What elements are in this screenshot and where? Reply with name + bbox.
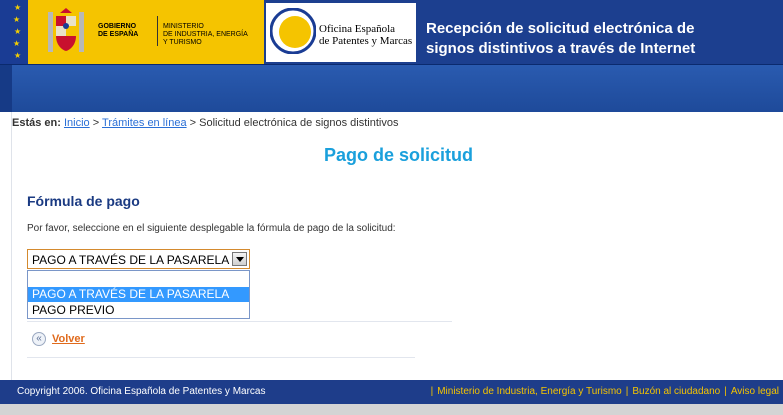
breadcrumb-separator: > [89,117,103,129]
breadcrumb-home-link[interactable]: Inicio [64,117,90,129]
government-name: GOBIERNO DE ESPAÑA [98,23,138,39]
nav-bar [0,64,783,113]
divider [27,357,415,358]
breadcrumb-label: Estás en: [12,117,61,129]
option-gateway-payment[interactable]: PAGO A TRAVÉS DE LA PASARELA [28,287,249,302]
back-label[interactable]: Volver [52,333,85,345]
divider [157,16,158,46]
gov-line-2: DE ESPAÑA [98,31,139,38]
oepm-logo-icon [270,8,316,54]
breadcrumb-separator: > [186,117,200,129]
payment-method-select[interactable]: PAGO A TRAVÉS DE LA PASARELA [27,249,250,269]
payment-method-options: PAGO A TRAVÉS DE LA PASARELA PAGO PREVIO [27,270,250,319]
window-bottom-bar [0,404,783,415]
coat-of-arms-icon [48,8,84,52]
instructions-text: Por favor, seleccione en el siguiente de… [27,223,396,234]
back-double-chevron-icon: « [32,332,46,346]
ministry-line-1: MINISTERIO [163,23,204,30]
breadcrumb: Estás en: Inicio > Trámites en línea > S… [12,117,398,129]
oepm-line-2: de Patentes y Marcas [319,35,413,47]
breadcrumb-current: Solicitud electrónica de signos distinti… [199,117,399,129]
oepm-line-1: Oficina Española [319,23,396,35]
footer-links: | Ministerio de Industria, Energía y Turi… [427,386,779,397]
breadcrumb-online-link[interactable]: Trámites en línea [102,117,187,129]
footer-separator: | [724,386,727,397]
app-title-line-2: signos distintivos a través de Internet [426,40,696,57]
footer-link-mailbox[interactable]: Buzón al ciudadano [632,386,720,397]
select-value: PAGO A TRAVÉS DE LA PASARELA [32,253,230,267]
footer-link-legal[interactable]: Aviso legal [731,386,779,397]
eu-flag-icon: ★ ★ ★ ★ ★ [0,0,28,64]
ministry-line-3: Y TURISMO [163,39,202,46]
page-title: Pago de solicitud [323,145,474,165]
section-title: Fórmula de pago [27,193,140,209]
site-footer: Copyright 2006. Oficina Española de Pate… [0,380,783,404]
gov-line-1: GOBIERNO [98,23,137,30]
option-empty[interactable] [28,271,249,286]
site-header: ★ ★ ★ ★ ★ GOBIERNO DE ESPAÑA MINISTERIO … [0,0,783,64]
divider [27,321,452,322]
left-margin [0,112,12,380]
oepm-name: Oficina Española de Patentes y Marcas [319,23,412,47]
footer-separator: | [430,386,434,397]
option-prior-payment[interactable]: PAGO PREVIO [28,303,249,318]
footer-separator: | [625,386,629,397]
ministry-line-2: DE INDUSTRIA, ENERGÍA [163,31,248,38]
ministry-name: MINISTERIO DE INDUSTRIA, ENERGÍA Y TURIS… [163,23,248,47]
app-title: Recepción de solicitud electrónica de si… [426,19,766,59]
dropdown-arrow-icon[interactable] [232,252,247,266]
copyright-text: Copyright 2006. Oficina Española de Pate… [17,386,266,397]
nav-bar-edge [0,65,12,113]
footer-link-ministry[interactable]: Ministerio de Industria, Energía y Turis… [437,386,622,397]
app-title-line-1: Recepción de solicitud electrónica de [426,20,695,37]
